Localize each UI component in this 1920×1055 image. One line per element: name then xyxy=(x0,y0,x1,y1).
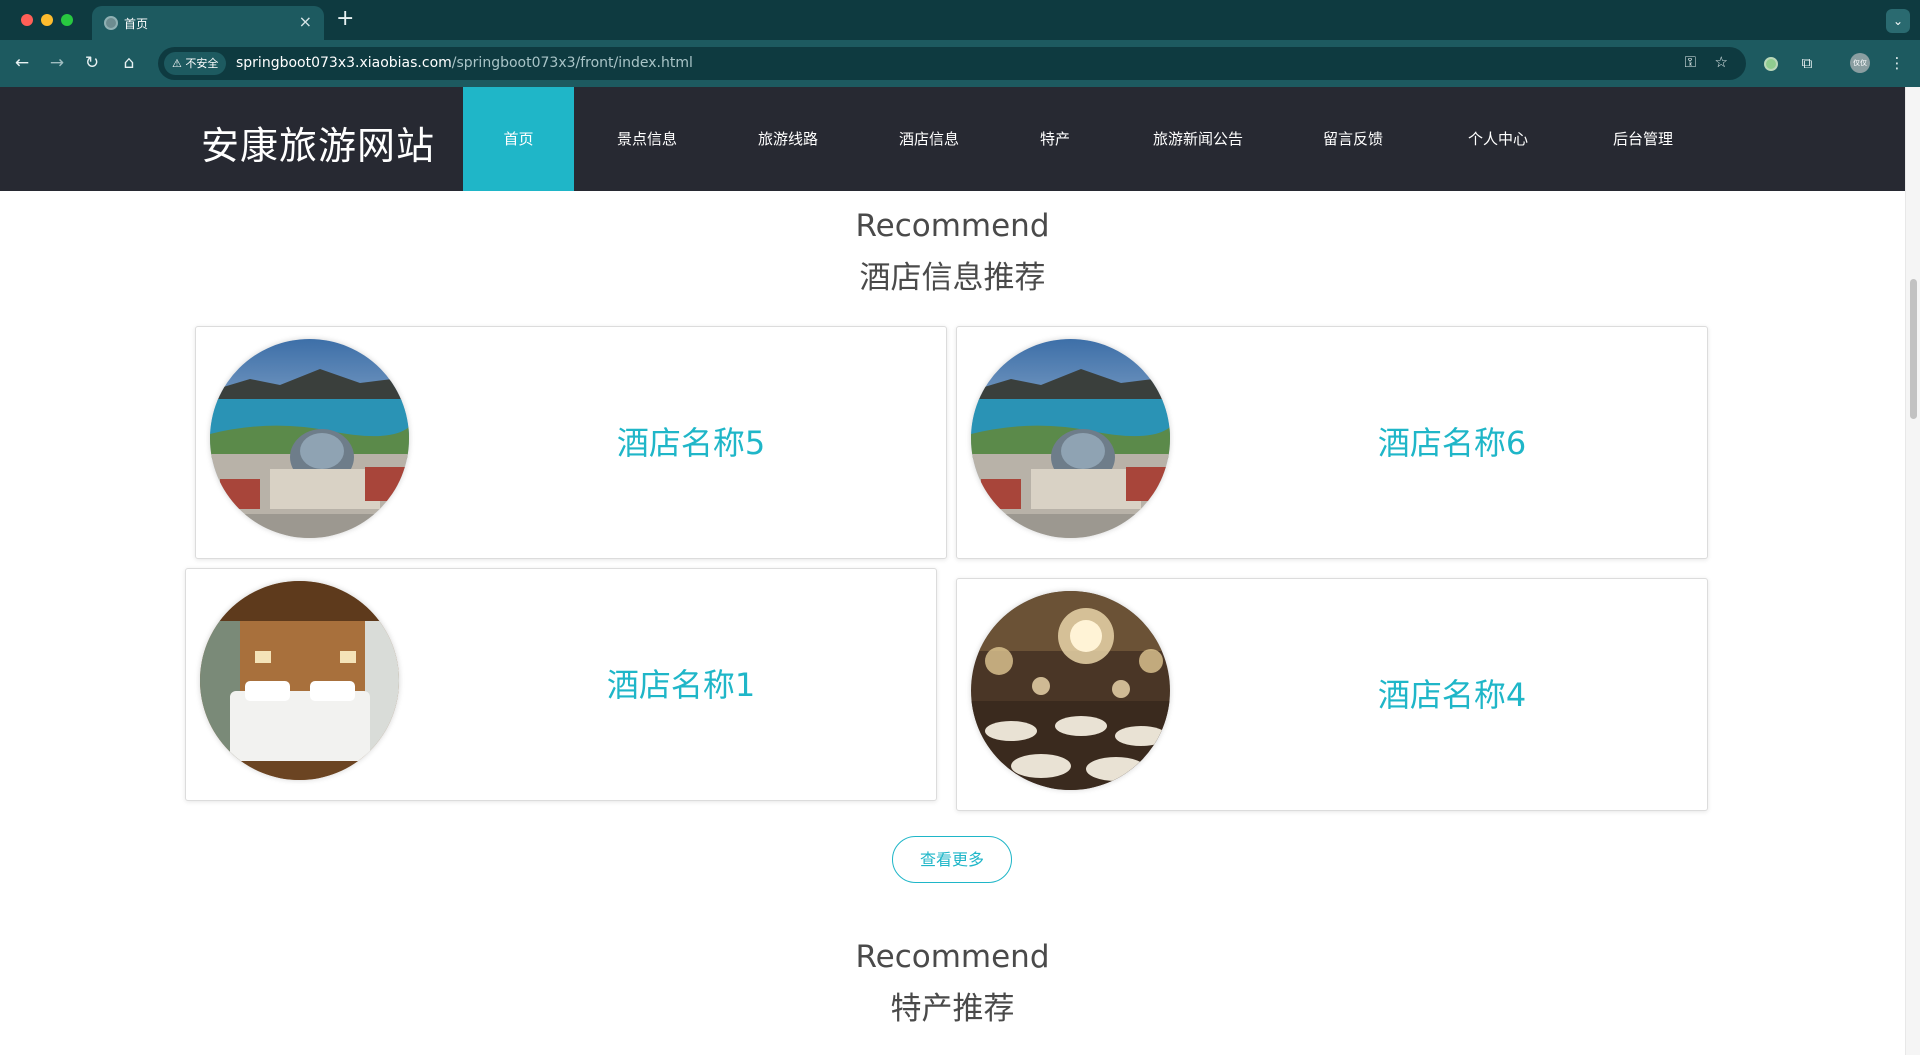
password-key-icon[interactable]: ⚿ xyxy=(1685,53,1696,71)
globe-icon xyxy=(104,16,118,30)
profile-avatar[interactable]: 仅仅 xyxy=(1850,53,1870,73)
hotel-name[interactable]: 酒店名称4 xyxy=(1197,579,1707,812)
new-tab-button[interactable]: + xyxy=(336,6,354,31)
page-scrollbar[interactable] xyxy=(1905,87,1920,1055)
nav-item-home[interactable]: 首页 xyxy=(463,87,574,191)
hotel-name[interactable]: 酒店名称5 xyxy=(436,327,946,560)
reload-icon[interactable]: ↻ xyxy=(80,51,104,75)
hotel-name[interactable]: 酒店名称1 xyxy=(426,569,936,802)
hotel-section-title-cn: 酒店信息推荐 xyxy=(859,260,1046,296)
nav-item-news[interactable]: 旅游新闻公告 xyxy=(1133,87,1263,191)
back-arrow-icon[interactable]: ← xyxy=(10,51,34,75)
browser-tab-bar: 首页 × + ⌄ xyxy=(0,0,1920,40)
specialty-section-title-en: Recommend xyxy=(855,939,1050,975)
home-icon[interactable]: ⌂ xyxy=(117,51,141,75)
hotel-card[interactable]: 酒店名称4 xyxy=(956,578,1708,811)
url-host: springboot073x3.xiaobias.com xyxy=(236,55,452,71)
hotel-section-title-en: Recommend xyxy=(855,208,1050,244)
url-path: /springboot073x3/front/index.html xyxy=(451,55,693,71)
hotel-card[interactable]: 酒店名称1 xyxy=(185,568,937,801)
page-viewport: 安康旅游网站 首页 景点信息 旅游线路 酒店信息 特产 旅游新闻公告 留言反馈 … xyxy=(0,87,1905,1055)
site-header: 安康旅游网站 首页 景点信息 旅游线路 酒店信息 特产 旅游新闻公告 留言反馈 … xyxy=(0,87,1905,191)
hotel-card[interactable]: 酒店名称5 xyxy=(195,326,947,559)
forward-arrow-icon[interactable]: → xyxy=(45,51,69,75)
minimize-window-button[interactable] xyxy=(41,14,53,26)
nav-item-profile[interactable]: 个人中心 xyxy=(1445,87,1551,191)
close-tab-icon[interactable]: × xyxy=(299,12,312,31)
hotel-photo-banquet-hall xyxy=(971,591,1170,790)
bookmark-star-icon[interactable]: ☆ xyxy=(1715,53,1728,71)
scrollbar-thumb[interactable] xyxy=(1910,279,1917,419)
nav-item-feedback[interactable]: 留言反馈 xyxy=(1300,87,1406,191)
site-logo[interactable]: 安康旅游网站 xyxy=(201,115,435,170)
url-text[interactable]: springboot073x3.xiaobias.com/springboot0… xyxy=(236,55,693,71)
nav-item-admin[interactable]: 后台管理 xyxy=(1590,87,1696,191)
tab-title: 首页 xyxy=(124,17,149,31)
tab-search-button[interactable]: ⌄ xyxy=(1886,9,1910,33)
hotel-card[interactable]: 酒店名称6 xyxy=(956,326,1708,559)
puzzle-extensions-icon[interactable]: ⧉ xyxy=(1796,52,1818,74)
nav-item-routes[interactable]: 旅游线路 xyxy=(735,87,841,191)
extension-icon[interactable] xyxy=(1760,52,1782,74)
hotel-photo-lakeside-dome xyxy=(210,339,409,538)
browser-tab-active[interactable]: 首页 × xyxy=(92,6,324,40)
view-more-button[interactable]: 查看更多 xyxy=(892,836,1012,883)
address-bar[interactable]: ⚠ 不安全 springboot073x3.xiaobias.com/sprin… xyxy=(158,47,1746,80)
nav-item-attractions[interactable]: 景点信息 xyxy=(594,87,700,191)
specialty-section-title-cn: 特产推荐 xyxy=(890,991,1015,1027)
hotel-photo-lakeside-dome xyxy=(971,339,1170,538)
hotel-name[interactable]: 酒店名称6 xyxy=(1197,327,1707,560)
nav-item-hotels[interactable]: 酒店信息 xyxy=(876,87,982,191)
browser-toolbar: ← → ↻ ⌂ ⚠ 不安全 springboot073x3.xiaobias.c… xyxy=(0,40,1920,87)
hotel-photo-bedroom xyxy=(200,581,399,780)
nav-item-specialties[interactable]: 特产 xyxy=(1017,87,1093,191)
security-warning-chip[interactable]: ⚠ 不安全 xyxy=(164,52,227,75)
more-menu-icon[interactable]: ⋮ xyxy=(1886,52,1908,74)
close-window-button[interactable] xyxy=(21,14,33,26)
maximize-window-button[interactable] xyxy=(61,14,73,26)
